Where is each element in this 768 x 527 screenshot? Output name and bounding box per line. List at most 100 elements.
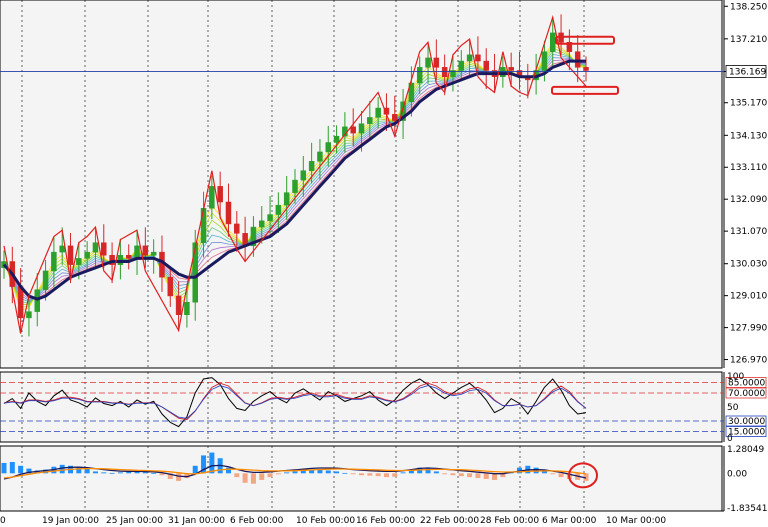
macd-histogram-bar[interactable] [442,473,448,475]
candle-body[interactable] [466,54,473,62]
candle-body[interactable] [333,135,340,143]
macd-histogram-bar[interactable] [467,473,473,478]
candle-body[interactable] [67,245,74,265]
candle-body[interactable] [433,57,440,68]
candle-body[interactable] [325,142,332,153]
macd-histogram-bar[interactable] [84,468,90,474]
macd-histogram-bar[interactable] [242,473,248,483]
candle-body[interactable] [209,186,215,209]
candle-body[interactable] [42,270,49,290]
stochastic-pane[interactable]: 85.000070.000030.000015.0000100500 [0,371,767,444]
macd-histogram-bar[interactable] [558,473,564,478]
candle-body[interactable] [358,123,365,134]
macd-histogram-bar[interactable] [292,471,298,474]
macd-histogram-bar[interactable] [325,470,331,474]
candle-body[interactable] [200,208,207,243]
candle-body[interactable] [167,276,174,297]
candle-body[interactable] [508,67,514,71]
macd-histogram-bar[interactable] [267,473,273,478]
macd-histogram-bar[interactable] [109,472,115,474]
candle-body[interactable] [574,51,581,68]
macd-pane[interactable]: 1.28049 0.00 -1.83541 [0,445,767,514]
macd-histogram-bar[interactable] [259,473,265,480]
candle-body[interactable] [267,214,273,222]
candle-body[interactable] [125,255,132,259]
candle-body[interactable] [292,179,298,193]
macd-histogram-bar[interactable] [483,473,489,479]
macd-histogram-bar[interactable] [92,471,98,474]
candle-body[interactable] [17,286,24,319]
candle-body[interactable] [258,220,265,228]
macd-histogram-bar[interactable] [275,473,281,475]
macd-histogram-bar[interactable] [176,473,182,481]
candle-body[interactable] [142,245,149,256]
candle-body[interactable] [375,107,381,118]
candle-body[interactable] [217,186,223,203]
candle-body[interactable] [283,192,290,206]
candle-body[interactable] [500,67,506,77]
candle-body[interactable] [51,251,57,272]
macd-histogram-bar[interactable] [101,472,107,474]
macd-histogram-bar[interactable] [142,472,148,474]
candle-body[interactable] [225,201,232,225]
macd-histogram-bar[interactable] [250,473,256,484]
candle-body[interactable] [367,117,373,124]
macd-histogram-bar[interactable] [375,473,381,477]
candle-body[interactable] [134,245,140,259]
macd-histogram-bar[interactable] [225,467,231,474]
candle-body[interactable] [84,251,90,259]
candle-body[interactable] [26,311,32,319]
candle-body[interactable] [59,245,65,253]
macd-histogram-bar[interactable] [550,473,556,475]
macd-histogram-bar[interactable] [359,473,365,476]
candle-body[interactable] [441,67,448,77]
candle-body[interactable] [549,32,556,52]
macd-histogram-bar[interactable] [334,471,340,474]
candle-body[interactable] [308,161,315,171]
candle-body[interactable] [150,251,157,256]
trading-chart[interactable]: 138.250 137.210 135.170 134.130 133.110 132.0… [0,0,768,527]
price-pane[interactable]: 138.250 137.210 135.170 134.130 133.110 132.0… [0,0,767,369]
candle-body[interactable] [483,60,489,71]
macd-histogram-bar[interactable] [151,472,157,474]
candle-body[interactable] [92,242,99,253]
macd-histogram-bar[interactable] [367,473,373,476]
macd-histogram-bar[interactable] [541,471,547,474]
macd-histogram-bar[interactable] [400,472,406,474]
macd-histogram-bar[interactable] [117,472,123,474]
macd-histogram-bar[interactable] [192,465,198,474]
candle-body[interactable] [300,170,307,181]
macd-histogram-bar[interactable] [18,465,24,474]
macd-histogram-bar[interactable] [392,473,398,477]
macd-histogram-bar[interactable] [234,473,240,478]
candle-body[interactable] [458,60,465,71]
candle-body[interactable] [317,151,323,162]
candle-body[interactable] [350,126,356,134]
macd-histogram-bar[interactable] [458,473,464,477]
candle-body[interactable] [101,242,107,256]
macd-histogram-bar[interactable] [342,472,348,474]
candle-body[interactable] [192,242,198,303]
macd-histogram-bar[interactable] [209,452,215,474]
candle-body[interactable] [234,223,240,234]
macd-histogram-bar[interactable] [475,473,481,479]
candle-body[interactable] [541,51,548,71]
candle-body[interactable] [117,255,124,265]
macd-histogram-bar[interactable] [284,472,290,474]
candle-body[interactable] [184,301,190,316]
macd-histogram-bar[interactable] [450,473,456,476]
macd-histogram-bar[interactable] [59,464,65,474]
candle-body[interactable] [583,67,589,71]
candle-body[interactable] [175,295,182,316]
candle-body[interactable] [425,57,431,68]
macd-histogram-bar[interactable] [383,473,389,478]
candle-body[interactable] [475,54,481,62]
candle-body[interactable] [275,204,282,215]
macd-histogram-bar[interactable] [350,473,356,475]
macd-histogram-bar[interactable] [433,471,439,474]
candle-body[interactable] [392,114,398,121]
candle-body[interactable] [76,258,82,265]
macd-histogram-bar[interactable] [9,462,15,474]
macd-histogram-bar[interactable] [1,462,7,474]
candle-body[interactable] [416,67,423,84]
